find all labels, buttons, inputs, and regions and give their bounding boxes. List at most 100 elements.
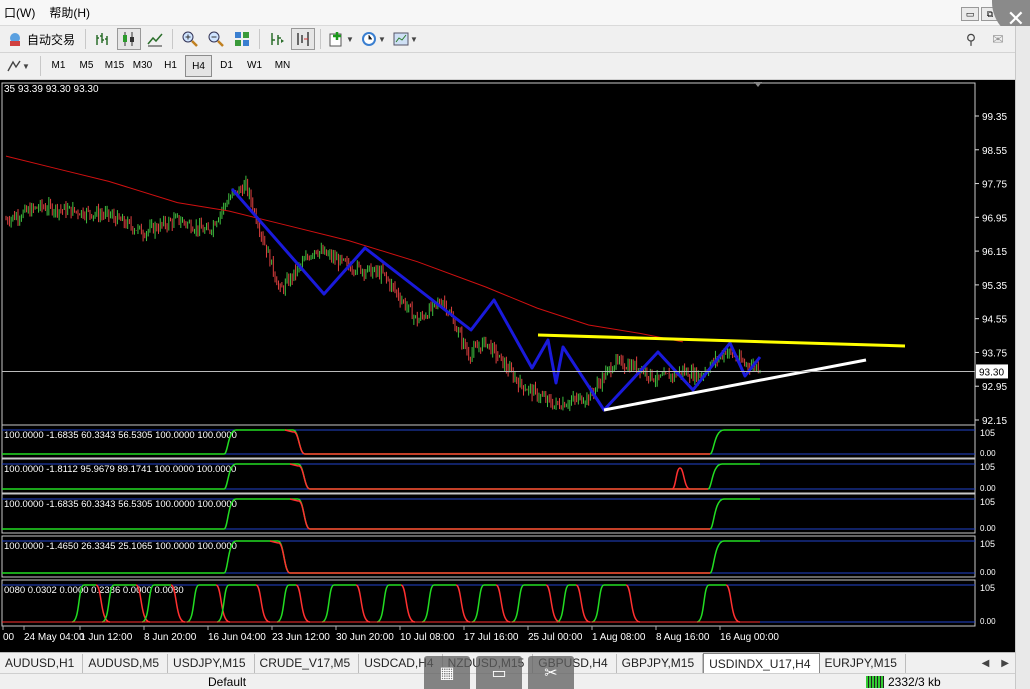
autoscroll-icon[interactable] xyxy=(265,28,289,50)
indicator-readout: 100.0000 -1.8112 95.9679 89.1741 100.000… xyxy=(4,464,236,475)
zoom-out-icon[interactable] xyxy=(204,28,228,50)
price-label: 96.95 xyxy=(982,213,1007,224)
price-label: 92.95 xyxy=(982,382,1007,393)
tab-scroll-right-icon[interactable]: ▶ xyxy=(995,658,1015,669)
price-label: 96.15 xyxy=(982,247,1007,258)
price-label: 97.75 xyxy=(982,180,1007,191)
toolbar-separator xyxy=(320,29,322,49)
indicator-red-pulse xyxy=(575,584,591,623)
menu-window[interactable]: 口(W) xyxy=(0,0,45,26)
timeframe-list: M1 M5 M15 M30 H1 H4 D1 W1 MN xyxy=(45,55,297,77)
time-label: 1 Aug 08:00 xyxy=(592,632,646,643)
timeframe-h1[interactable]: H1 xyxy=(157,55,184,77)
price-chart[interactable]: 99.35 98.55 97.75 96.95 96.15 95.35 94.55 93.75… xyxy=(0,80,1015,654)
timeframe-m15[interactable]: M15 xyxy=(101,55,128,77)
toolbar-separator xyxy=(85,29,87,49)
periods-icon[interactable]: ▼ xyxy=(358,28,388,50)
timeframe-w1[interactable]: W1 xyxy=(241,55,268,77)
tab-audusd-h1[interactable]: AUDUSD,H1 xyxy=(0,653,84,673)
indicators-icon[interactable]: ▼ xyxy=(326,28,356,50)
timeframe-m1[interactable]: M1 xyxy=(45,55,72,77)
zoom-in-icon[interactable] xyxy=(178,28,202,50)
indicator-level-label: 105 xyxy=(980,539,995,549)
shift-marker-icon[interactable] xyxy=(754,82,762,87)
candlestick-icon[interactable] xyxy=(117,28,142,50)
timeframe-d1[interactable]: D1 xyxy=(213,55,240,77)
tab-crude-v17-m5[interactable]: CRUDE_V17,M5 xyxy=(255,653,360,673)
indicator-green-pulse xyxy=(376,584,401,623)
autotrade-label: 自动交易 xyxy=(27,32,76,47)
overlay-controls: ▦ ▭ ✂ xyxy=(424,656,614,689)
bar-chart-icon[interactable] xyxy=(91,28,115,50)
timeframe-m30[interactable]: M30 xyxy=(129,55,156,77)
tab-gbpjpy-m15[interactable]: GBPJPY,M15 xyxy=(617,653,704,673)
resistance-trendline[interactable] xyxy=(537,333,906,348)
chart-area[interactable]: 99.35 98.55 97.75 96.95 96.15 95.35 94.55 93.75… xyxy=(0,80,1015,654)
time-label: 16 Aug 00:00 xyxy=(720,632,779,643)
time-label: 25 Jul 00:00 xyxy=(528,632,583,643)
tile-windows-icon[interactable] xyxy=(230,28,254,50)
chart-shift-icon[interactable] xyxy=(291,28,316,50)
indicator-green-pulse xyxy=(591,584,626,623)
price-label: 94.55 xyxy=(982,315,1007,326)
indicator-level-label: 0.00 xyxy=(980,617,996,626)
indicator-red-pulse xyxy=(625,584,641,623)
time-label: 16 Jun 04:00 xyxy=(208,632,266,643)
timeframe-mn[interactable]: MN xyxy=(269,55,296,77)
status-traffic: 2332/3 kb xyxy=(888,675,941,689)
indicator-readout: 100.0000 -1.6835 60.3343 56.5305 100.000… xyxy=(4,430,237,441)
ohlc-readout: 35 93.39 93.30 93.30 xyxy=(4,84,99,95)
overlay-window-icon[interactable]: ▭ xyxy=(476,656,522,689)
price-label: 98.55 xyxy=(982,146,1007,157)
indicator-green-pulse xyxy=(511,584,546,623)
timeframe-m5[interactable]: M5 xyxy=(73,55,100,77)
minimize-button[interactable]: ▭ xyxy=(961,7,979,21)
search-icon[interactable]: ⚲ xyxy=(959,28,983,50)
main-chart-frame xyxy=(1,82,976,426)
templates-icon[interactable]: ▼ xyxy=(390,28,420,50)
tab-usdjpy-m15[interactable]: USDJPY,M15 xyxy=(168,653,255,673)
toolbar-separator xyxy=(40,56,41,76)
indicator-red-pulse xyxy=(400,584,416,623)
toolbar-separator xyxy=(172,29,174,49)
time-label: 00 xyxy=(3,632,15,643)
tab-audusd-m5[interactable]: AUDUSD,M5 xyxy=(83,653,169,673)
time-label: 23 Jun 12:00 xyxy=(272,632,330,643)
indicator-green-pulse xyxy=(321,584,356,623)
indicator-level-label: 105 xyxy=(980,497,995,507)
indicator-readout: 100.0000 -1.4650 26.3345 25.1065 100.000… xyxy=(4,541,237,552)
line-chart-icon[interactable] xyxy=(143,28,167,50)
tab-scroll: ◀ ▶ xyxy=(975,653,1015,673)
time-label: 1 Jun 12:00 xyxy=(80,632,133,643)
menu-help[interactable]: 帮助(H) xyxy=(45,0,100,26)
indicator-green-pulse xyxy=(186,584,216,623)
indicator-level-label: 0.00 xyxy=(980,568,996,577)
price-label: 99.35 xyxy=(982,112,1007,123)
time-label: 10 Jul 08:00 xyxy=(400,632,455,643)
indicator-red-pulse xyxy=(295,584,311,623)
chat-icon[interactable]: ✉ xyxy=(986,28,1010,50)
line-studies-icon[interactable]: ▼ xyxy=(1,55,35,77)
overlay-crop-icon[interactable]: ✂ xyxy=(528,656,574,689)
overlay-grid-icon[interactable]: ▦ xyxy=(424,656,470,689)
indicator-red-pulse xyxy=(455,584,471,623)
indicator-green-pulse xyxy=(471,584,496,623)
timeframe-toolbar: ▼ M1 M5 M15 M30 H1 H4 D1 W1 MN xyxy=(0,53,1015,80)
indicator-green-pulse xyxy=(276,584,296,623)
tab-scroll-left-icon[interactable]: ◀ xyxy=(976,658,996,669)
indicator-red-pulse xyxy=(725,584,741,623)
time-label: 8 Aug 16:00 xyxy=(656,632,710,643)
indicator-red-pulse xyxy=(545,584,561,623)
right-scroll-strip xyxy=(1015,26,1030,689)
indicator-readout: 0080 0.0302 0.0000 0.2386 0.0000 0.0080 xyxy=(4,585,184,596)
autotrade-icon xyxy=(10,33,20,46)
timeframe-h4[interactable]: H4 xyxy=(185,55,212,77)
indicator-green-pulse xyxy=(696,584,726,623)
toolbar-separator xyxy=(259,29,261,49)
indicator-green-pulse xyxy=(216,584,256,623)
time-label: 17 Jul 16:00 xyxy=(464,632,519,643)
autotrade-button[interactable]: 自动交易 xyxy=(0,28,81,50)
indicator-level-label: 105 xyxy=(980,428,995,438)
tab-usdindx-u17-h4[interactable]: USDINDX_U17,H4 xyxy=(703,653,820,673)
tab-eurjpy-m15[interactable]: EURJPY,M15 xyxy=(820,653,906,673)
